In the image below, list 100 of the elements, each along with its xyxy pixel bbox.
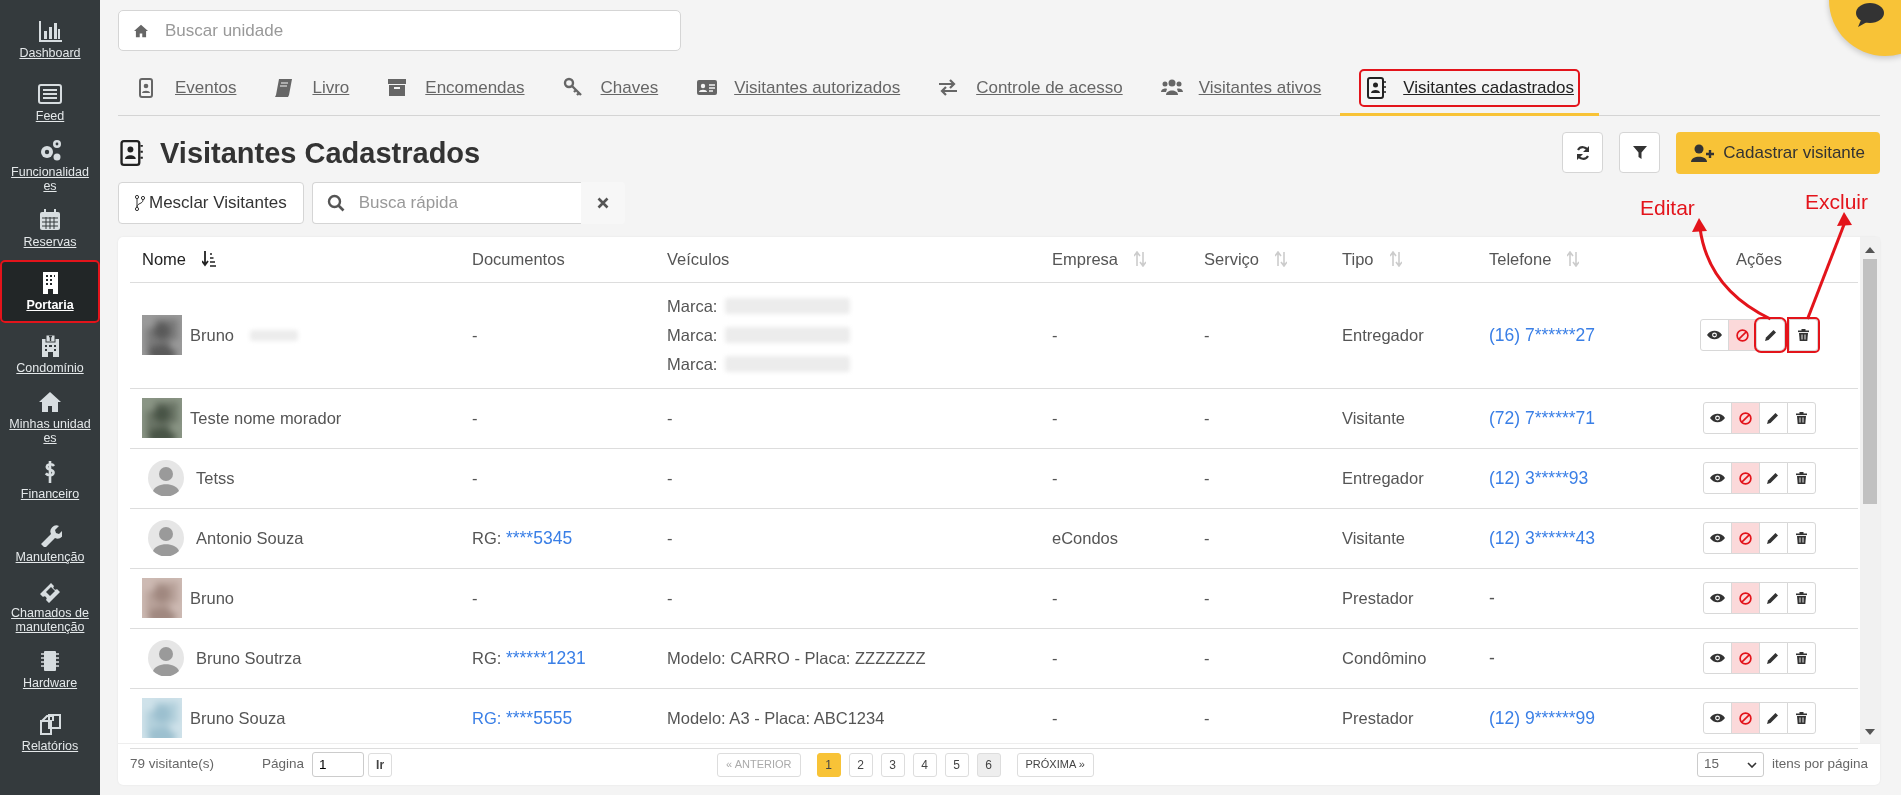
phone-link[interactable]: (12) 9******99 [1489,707,1596,728]
filter-button[interactable] [1619,132,1661,173]
per-page-label: itens por página [1771,755,1868,774]
tab[interactable]: Chaves [543,63,678,116]
block-button[interactable] [1730,402,1760,434]
view-button[interactable] [1702,702,1732,734]
sidebar-item[interactable]: Portaria [0,260,100,323]
page-button[interactable]: 6 [976,752,1001,777]
eye-icon [1709,533,1725,543]
tab[interactable]: Encomendas [368,63,544,116]
sidebar-item[interactable]: Financeiro [0,449,100,512]
scroll-up-icon [1865,247,1875,253]
block-button[interactable] [1730,582,1760,614]
view-button[interactable] [1702,522,1732,554]
vehicle-text: - [667,587,673,609]
column-header[interactable]: Empresa [1040,237,1192,282]
page-input[interactable]: 1 [312,752,365,777]
view-button[interactable] [1700,319,1729,351]
next-page-button[interactable]: PRÓXIMA » [1016,752,1094,777]
vehicle-text: Modelo: CARRO - Placa: ZZZZZZZ [667,647,926,669]
company-text: - [1052,648,1058,667]
document-link[interactable]: ****5345 [505,527,573,548]
delete-button[interactable] [1786,522,1816,554]
per-page-select[interactable]: 15 [1696,752,1764,777]
sidebar-item[interactable]: Minhas unidades [0,386,100,449]
tab[interactable]: Livro [255,63,369,116]
phone-link[interactable]: (12) 3******43 [1489,527,1596,548]
refresh-button[interactable] [1562,132,1604,173]
tab[interactable]: Eventos [118,63,256,116]
page-button[interactable]: 2 [848,752,873,777]
previous-page-button: « ANTERIOR [717,752,801,777]
view-button[interactable] [1702,462,1732,494]
visitor-name: Bruno [190,324,235,346]
tab[interactable]: Visitantes ativos [1141,63,1341,116]
scrollbar-thumb[interactable] [1863,259,1877,504]
scrollbar[interactable] [1860,237,1880,743]
eye-icon [1709,653,1725,663]
document-link[interactable]: RG: [472,708,502,727]
quick-search-field[interactable]: Busca rápida [311,182,581,224]
block-button[interactable] [1730,642,1760,674]
gears-icon [38,138,62,163]
page-button[interactable]: 4 [912,752,937,777]
edit-button[interactable] [1758,642,1788,674]
visitor-name: Bruno [190,587,235,609]
page-button[interactable]: 3 [880,752,905,777]
view-button[interactable] [1702,402,1732,434]
go-button[interactable]: Ir [368,752,393,777]
block-button[interactable] [1730,522,1760,554]
block-button[interactable] [1730,702,1760,734]
delete-button[interactable] [1786,462,1816,494]
add-visitor-button[interactable]: Cadastrar visitante [1676,132,1880,174]
document-link[interactable]: ******1231 [505,647,586,668]
edit-button[interactable] [1758,522,1788,554]
edit-button[interactable] [1756,319,1785,351]
tab[interactable]: Visitantes cadastrados [1340,63,1599,116]
column-header[interactable]: Nome [130,237,460,282]
house-icon [133,23,149,38]
sidebar-item[interactable]: Relatórios [0,701,100,764]
sidebar-item[interactable]: Hardware [0,638,100,701]
page-title: Visitantes Cadastrados [160,135,481,171]
edit-button[interactable] [1758,582,1788,614]
document-text: - [472,588,478,607]
page-button[interactable]: 1 [816,752,841,777]
edit-button[interactable] [1758,462,1788,494]
column-header: Ações [1660,237,1858,282]
view-button[interactable] [1702,642,1732,674]
document-label: RG: [472,528,502,547]
phone-link[interactable]: (72) 7******71 [1489,407,1596,428]
sidebar-item[interactable]: Funcionalidades [0,134,100,197]
sidebar-item[interactable]: Dashboard [0,8,100,71]
merge-button[interactable]: Mesclar Visitantes [118,182,304,224]
column-header[interactable]: Serviço [1192,237,1330,282]
ban-icon [1738,711,1752,725]
document-link[interactable]: ****5555 [505,707,573,728]
block-button[interactable] [1730,462,1760,494]
sidebar-item[interactable]: Chamados de manutenção [0,575,100,638]
sidebar-item[interactable]: Reservas [0,197,100,260]
edit-button[interactable] [1758,702,1788,734]
edit-button[interactable] [1758,402,1788,434]
phone-link[interactable]: (12) 3*****93 [1489,467,1589,488]
unit-search-field[interactable]: Buscar unidade [118,10,681,51]
block-button[interactable] [1728,319,1757,351]
delete-button[interactable] [1786,642,1816,674]
visitor-count: 79 visitante(s) [130,755,215,774]
delete-button[interactable] [1786,702,1816,734]
phone-link[interactable]: (16) 7******27 [1489,324,1596,345]
column-header[interactable]: Tipo [1330,237,1477,282]
column-header[interactable]: Telefone [1477,237,1660,282]
sidebar-item[interactable]: Feed [0,71,100,134]
view-button[interactable] [1702,582,1732,614]
sidebar-item[interactable]: Manutenção [0,512,100,575]
tab[interactable]: Visitantes autorizados [677,63,920,116]
sidebar-item[interactable]: Condomínio [0,323,100,386]
search-icon [326,194,345,212]
delete-button[interactable] [1789,319,1818,351]
delete-button[interactable] [1786,582,1816,614]
page-button[interactable]: 5 [944,752,969,777]
delete-button[interactable] [1786,402,1816,434]
tab[interactable]: Controle de acesso [919,63,1142,116]
eye-icon [1709,593,1725,603]
